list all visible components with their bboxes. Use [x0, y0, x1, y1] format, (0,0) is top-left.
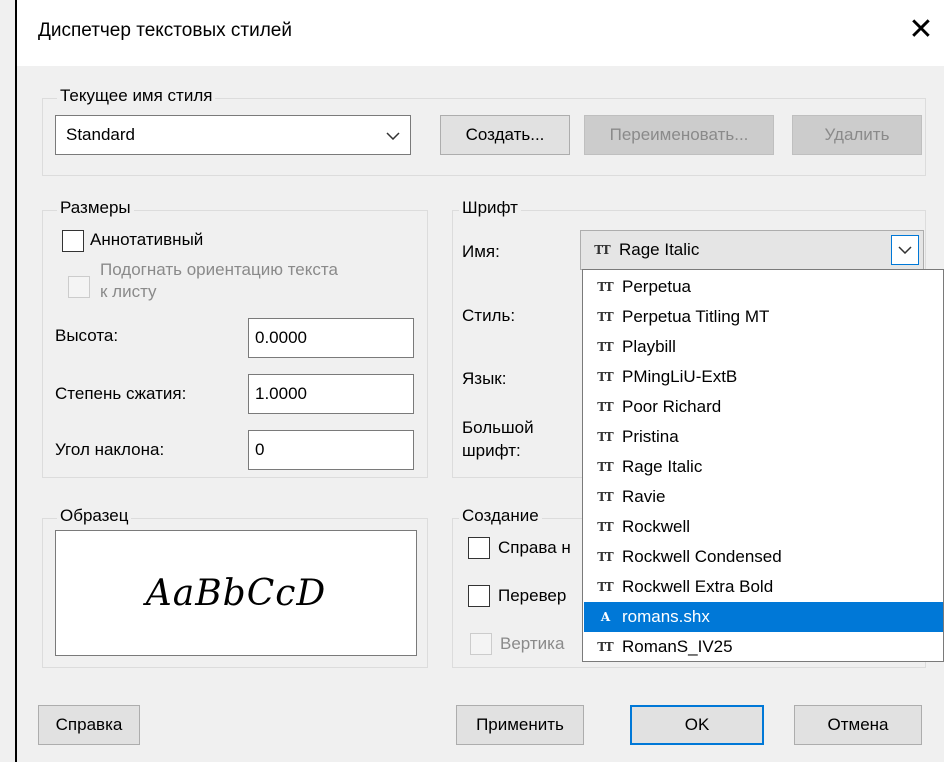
dropdown-button[interactable] [891, 235, 919, 265]
fit-orientation-label-line1: Подогнать ориентацию текста [100, 260, 338, 279]
language-label: Язык: [462, 369, 507, 388]
oblique-angle-label: Угол наклона: [55, 440, 165, 459]
font-option-label: Rockwell [622, 517, 691, 536]
truetype-icon: TT [597, 520, 613, 534]
shx-font-icon: A [600, 610, 610, 624]
big-font-label-line2: шрифт: [462, 441, 521, 460]
font-dropdown-list[interactable]: TT Perpetua TT Perpetua Titling MT TT Playbil… [582, 269, 944, 662]
font-option-label: Perpetua Titling MT [622, 307, 770, 326]
truetype-icon: TT [597, 580, 613, 594]
font-option[interactable]: TT Perpetua Titling MT [584, 302, 943, 332]
truetype-icon: TT [597, 280, 613, 294]
font-option[interactable]: TT Perpetua [584, 272, 943, 302]
effects-legend: Создание [459, 506, 542, 526]
chevron-down-icon [386, 132, 400, 140]
font-option[interactable]: TT Rockwell Extra Bold [584, 572, 943, 602]
font-option-label: romans.shx [622, 607, 710, 626]
current-style-legend: Текущее имя стиля [57, 86, 216, 106]
chevron-down-icon [898, 246, 912, 254]
font-option-label: PMingLiU-ExtB [622, 367, 738, 386]
font-option[interactable]: TT Poor Richard [584, 392, 943, 422]
font-option-label: Pristina [622, 427, 679, 446]
sizes-legend: Размеры [57, 198, 134, 218]
font-option[interactable]: Aromans.shx [584, 602, 943, 632]
width-factor-label: Степень сжатия: [55, 384, 187, 403]
vertical-checkbox[interactable] [470, 633, 492, 655]
fit-orientation-label-line2: к листу [100, 282, 157, 301]
truetype-icon: TT [597, 370, 613, 384]
current-style-value: Standard [66, 125, 135, 144]
help-button[interactable]: Справка [38, 705, 140, 745]
truetype-icon: TT [597, 340, 613, 354]
right-to-left-label: Справа н [498, 538, 571, 557]
create-style-button[interactable]: Создать... [440, 115, 570, 155]
window-border [15, 0, 17, 762]
annotative-checkbox[interactable] [62, 230, 84, 252]
font-option-label: Ravie [622, 487, 666, 506]
font-option[interactable]: TT RomanS_IV25 [584, 632, 943, 661]
font-option-label: Rockwell Extra Bold [622, 577, 774, 596]
preview-sample-text: AaBbCcD [145, 572, 327, 614]
truetype-icon: TT [597, 430, 613, 444]
delete-style-button[interactable]: Удалить [792, 115, 922, 155]
right-to-left-checkbox[interactable] [468, 537, 490, 559]
width-factor-input[interactable]: 1.0000 [248, 374, 414, 414]
vertical-label: Вертика [500, 634, 565, 653]
preview-box: AaBbCcD [55, 530, 417, 656]
font-option-label: Playbill [622, 337, 676, 356]
font-option[interactable]: TT Rockwell [584, 512, 943, 542]
font-option-label: Perpetua [622, 277, 691, 296]
truetype-icon: TT [597, 400, 613, 414]
font-option[interactable]: TT PMingLiU-ExtB [584, 362, 943, 392]
cancel-button[interactable]: Отмена [794, 705, 922, 745]
font-option[interactable]: TT Ravie [584, 482, 943, 512]
font-option-label: Rockwell Condensed [622, 547, 782, 566]
font-option-label: Rage Italic [622, 457, 703, 476]
font-option[interactable]: TT Playbill [584, 332, 943, 362]
big-font-label-line1: Большой [462, 418, 534, 437]
truetype-icon: TT [597, 490, 613, 504]
truetype-icon: TT [597, 550, 613, 564]
height-label: Высота: [55, 326, 119, 345]
font-name-label: Имя: [462, 242, 500, 261]
upside-down-label: Перевер [498, 586, 567, 605]
truetype-icon: TT [597, 640, 613, 654]
font-name-combo[interactable]: TT Rage Italic [580, 230, 924, 270]
dialog-title: Диспетчер текстовых стилей [38, 20, 292, 41]
font-legend: Шрифт [459, 198, 521, 218]
rename-style-button[interactable]: Переименовать... [584, 115, 774, 155]
font-style-label: Стиль: [462, 306, 516, 325]
upside-down-checkbox[interactable] [468, 585, 490, 607]
font-option-label: Poor Richard [622, 397, 722, 416]
font-option[interactable]: TT Pristina [584, 422, 943, 452]
font-option[interactable]: TT Rockwell Condensed [584, 542, 943, 572]
oblique-angle-input[interactable]: 0 [248, 430, 414, 470]
font-option[interactable]: TT Rage Italic [584, 452, 943, 482]
truetype-icon: TT [594, 243, 610, 257]
truetype-icon: TT [597, 310, 613, 324]
preview-legend: Образец [57, 506, 132, 526]
height-input[interactable]: 0.0000 [248, 318, 414, 358]
text-style-dialog: Диспетчер текстовых стилей ✕ Текущее имя… [0, 0, 944, 762]
font-name-value: TT Rage Italic [591, 231, 699, 269]
fit-orientation-checkbox[interactable] [68, 276, 90, 298]
current-style-combo[interactable]: Standard [55, 115, 411, 155]
ok-button[interactable]: OK [630, 705, 764, 745]
apply-button[interactable]: Применить [456, 705, 584, 745]
font-name-text: Rage Italic [619, 240, 700, 259]
truetype-icon: TT [597, 460, 613, 474]
close-icon[interactable]: ✕ [906, 10, 936, 50]
annotative-label: Аннотативный [90, 230, 204, 249]
font-option-label: RomanS_IV25 [622, 637, 733, 656]
